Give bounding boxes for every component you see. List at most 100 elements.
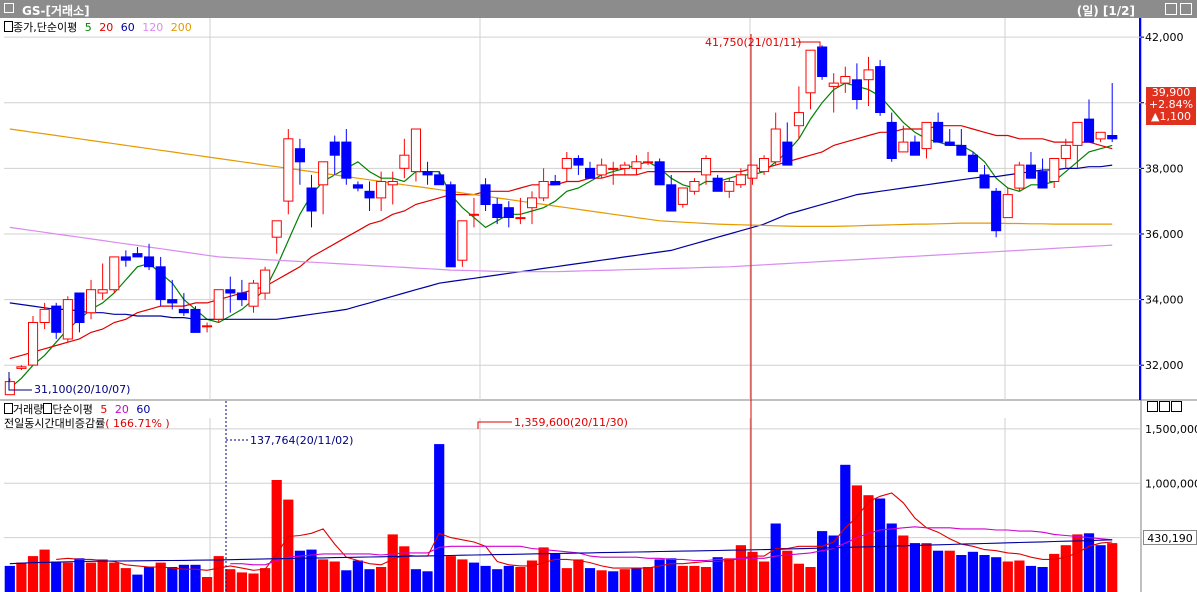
ratio-label: 전일동시간대비증감률 (4, 417, 106, 430)
candle-body (260, 269, 271, 294)
volume-bar (921, 543, 932, 592)
candle-body (445, 184, 456, 268)
volume-bar (1014, 560, 1025, 592)
volume-bar (886, 523, 897, 592)
candle-body (422, 171, 433, 176)
title-bar[interactable]: GS-[거래소] (일) [1/2] (0, 0, 1197, 18)
candle-body (840, 76, 851, 84)
volume-bar (492, 569, 503, 592)
candle-body (352, 184, 363, 189)
volume-bar (689, 565, 700, 592)
volume-bar (341, 570, 352, 592)
candle-body (86, 289, 97, 314)
candle-body (283, 138, 294, 202)
candle-body (689, 181, 700, 192)
volume-bar (120, 568, 131, 592)
candle-body (341, 141, 352, 179)
ma5-label: 5 (84, 21, 92, 34)
volume-bar (51, 561, 62, 592)
volume-bar (1037, 567, 1048, 592)
candle-body (213, 289, 224, 320)
candle-body (410, 128, 421, 173)
volume-bar (677, 565, 688, 592)
volume-bar (712, 557, 723, 592)
candle-body (271, 220, 282, 238)
candle-body (735, 174, 746, 186)
candle-body (51, 305, 62, 333)
candle-body (132, 253, 143, 258)
current-volume-box: 430,190 (1143, 530, 1197, 545)
volume-bar (248, 573, 259, 592)
candle-body (109, 256, 120, 291)
window-menu-icon[interactable] (4, 3, 14, 13)
volume-tick-label: 1,000,000 (1145, 477, 1197, 490)
volume-bar (167, 567, 178, 592)
volume-bar (213, 556, 224, 592)
volume-bar (619, 569, 630, 592)
candle-body (793, 112, 805, 127)
candle-body (921, 121, 932, 150)
volume-bar (933, 550, 944, 592)
candle-body (306, 187, 317, 212)
minimize-icon[interactable] (1147, 401, 1158, 412)
volume-bar (236, 572, 247, 592)
candle-body (828, 82, 839, 87)
candle-body (1037, 171, 1048, 189)
candle-body (561, 158, 572, 169)
candle-body (39, 308, 50, 323)
volume-bar (863, 495, 874, 592)
current-volume: 430,190 (1147, 532, 1193, 545)
candle-body (503, 207, 514, 218)
volume-bar (468, 562, 480, 592)
volume-bar (735, 545, 746, 592)
volume-bar (109, 562, 120, 592)
candle-body (190, 308, 201, 333)
volume-bar (1095, 545, 1106, 592)
candle-body (585, 167, 596, 179)
volume-bar (1083, 533, 1095, 592)
volume-bar (74, 558, 85, 592)
candle-body (654, 161, 665, 186)
candle-body (712, 177, 723, 192)
restore-icon[interactable] (1165, 3, 1177, 15)
volume-bar (97, 559, 108, 592)
price-legend: 종가,단순이평 5 20 60 120 200 (4, 19, 196, 35)
candle-body (933, 121, 944, 143)
candle-body (851, 79, 863, 100)
chart-area[interactable]: 42,00040,00038,00036,00034,00032,0001,50… (0, 18, 1197, 592)
candle-body (1049, 158, 1060, 182)
candle-body (144, 256, 155, 268)
volume-bar (4, 565, 15, 592)
period-indicator[interactable]: (일) [1/2] (1077, 2, 1135, 19)
volume-bar (225, 569, 236, 592)
volume-bar (306, 549, 317, 592)
candle-body (631, 161, 642, 169)
close-icon[interactable] (1180, 3, 1192, 15)
volume-bar (503, 565, 514, 592)
volume-bar (584, 568, 596, 592)
candle-body (4, 381, 15, 396)
candle-body (387, 181, 398, 186)
volume-bar (1060, 545, 1071, 592)
candle-body (1002, 194, 1013, 219)
maximize-icon[interactable] (1159, 401, 1170, 412)
volume-bar (1072, 534, 1083, 592)
candle-body (155, 266, 166, 301)
high-annotation: 41,750(21/01/11) (705, 36, 801, 49)
candle-body (979, 174, 990, 189)
close-icon[interactable] (1171, 401, 1182, 412)
candle-body (120, 256, 131, 261)
point-annotation: 137,764(20/11/02) (250, 434, 353, 447)
price-tick-label: 32,000 (1145, 359, 1184, 372)
price-tick-label: 38,000 (1145, 162, 1184, 175)
volume-bar (944, 550, 955, 592)
volume-bar (1107, 543, 1118, 592)
volume-bar (62, 562, 73, 592)
candle-body (817, 46, 828, 77)
candle-body (956, 144, 967, 156)
candle-body (515, 217, 526, 220)
candle-body (376, 181, 387, 199)
volume-tick-label: 1,500,000 (1145, 423, 1197, 436)
volume-bar (16, 562, 27, 592)
price-tick-label: 42,000 (1145, 31, 1184, 44)
